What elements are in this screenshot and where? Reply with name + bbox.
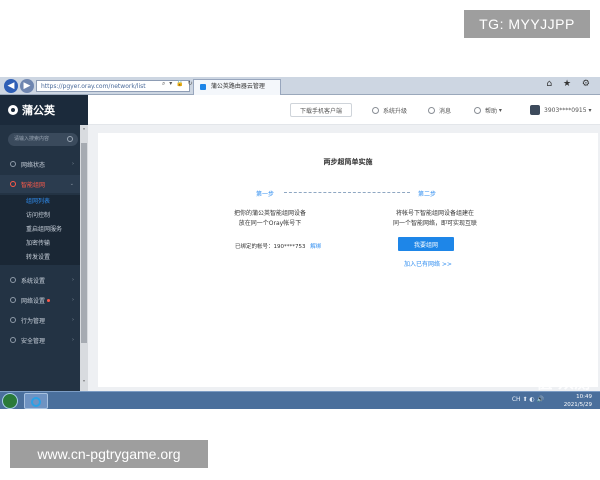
- photo-frame: ◀ ▶ https://pgyer.oray.com/network/list …: [0, 0, 600, 480]
- taskbar-browser-button[interactable]: [24, 393, 48, 409]
- network-settings-icon: [10, 297, 16, 303]
- screen: ◀ ▶ https://pgyer.oray.com/network/list …: [0, 77, 600, 409]
- logo-icon: [8, 105, 18, 115]
- system-upgrade-link[interactable]: 系统升级: [372, 103, 407, 117]
- sidebar-item-security-management[interactable]: 安全管理 ›: [0, 331, 80, 349]
- system-upgrade-label: 系统升级: [383, 107, 408, 115]
- back-icon[interactable]: ◀: [4, 79, 18, 93]
- step-two-description: 将帐号下智能组网设备组建在 同一个智能网络，即可实现互联: [380, 209, 490, 229]
- chevron-down-icon: ⌄: [69, 181, 74, 187]
- network-status-icon: [10, 161, 16, 167]
- favicon-icon: [200, 83, 206, 90]
- account-label: 3903****0915: [544, 106, 587, 114]
- sidebar-item-label: 行为管理: [21, 317, 46, 325]
- photo-watermark: 值 众测: [536, 373, 590, 392]
- shield-icon: [10, 337, 16, 343]
- step-one-label: 第一步: [256, 191, 275, 198]
- brand-logo[interactable]: 蒲公英: [0, 95, 88, 125]
- behavior-icon: [10, 317, 16, 323]
- sidebar-item-smart-network[interactable]: 智能组网 ⌄: [0, 175, 80, 193]
- scroll-up-icon[interactable]: ˄: [80, 127, 88, 137]
- chevron-right-icon: ›: [72, 337, 74, 343]
- download-client-button[interactable]: 下载手机客户端: [290, 103, 352, 117]
- account-menu[interactable]: 3903****0915 ▾: [530, 103, 591, 117]
- sidebar-item-label: 网络设置: [21, 297, 46, 305]
- chevron-right-icon: ›: [72, 277, 74, 283]
- sidebar-item-network-settings[interactable]: 网络设置 ›: [0, 291, 80, 309]
- sidebar-item-system-settings[interactable]: 系统设置 ›: [0, 271, 80, 289]
- clock-date: 2021/5/29: [563, 402, 592, 408]
- setup-card: 两步超简单实施 第一步 第二步 把你的蒲公英智能组网设备 放在同一个Oray帐号…: [98, 133, 598, 387]
- step-one-description: 把你的蒲公英智能组网设备 放在同一个Oray帐号下: [220, 209, 320, 229]
- start-button[interactable]: [2, 393, 18, 409]
- scroll-thumb[interactable]: [81, 143, 87, 343]
- unbind-link[interactable]: 解绑: [310, 244, 321, 250]
- chevron-down-icon: ▾: [586, 106, 592, 114]
- search-placeholder: 请输入搜索内容: [14, 136, 50, 142]
- chevron-down-icon: ▾: [497, 106, 502, 114]
- sidebar-item-label: 安全管理: [21, 337, 46, 345]
- sidebar-search-input[interactable]: 请输入搜索内容: [8, 133, 78, 146]
- scroll-down-icon[interactable]: ˅: [80, 379, 88, 389]
- sidebar-item-label: 网络状态: [21, 161, 46, 169]
- main-area: 两步超简单实施 第一步 第二步 把你的蒲公英智能组网设备 放在同一个Oray帐号…: [88, 125, 600, 391]
- sidebar-item-behavior-management[interactable]: 行为管理 ›: [0, 311, 80, 329]
- address-actions-icon[interactable]: ⌕ ▾ 🔒 ↻: [162, 80, 194, 88]
- help-label: 帮助: [485, 107, 498, 115]
- step-two-line-2: 同一个智能网络，即可实现互联: [392, 220, 477, 227]
- browser-toolbar: ◀ ▶ https://pgyer.oray.com/network/list …: [0, 77, 600, 95]
- step-two-label: 第二步: [418, 191, 437, 198]
- chevron-right-icon: ›: [72, 161, 74, 167]
- taskbar: CH ⬆ ◐ 🔊 10:49 2021/5/29: [0, 391, 600, 409]
- create-network-button[interactable]: 我要组网: [398, 237, 454, 251]
- app-header: 蒲公英 下载手机客户端 系统升级 消息 帮助 ▾ 3903****0915 ▾: [0, 95, 600, 125]
- step-connector: [284, 192, 410, 193]
- browser-tab[interactable]: 蒲公英路由器云管理: [193, 79, 281, 95]
- sidebar-item-network-status[interactable]: 网络状态 ›: [0, 155, 80, 173]
- smart-network-icon: [10, 181, 16, 187]
- step-one-line-2: 放在同一个Oray帐号下: [238, 220, 302, 227]
- sidebar-subitem-access-control[interactable]: 访问控制: [0, 209, 80, 223]
- bound-account-label: 已绑定的帐号：190****753: [235, 244, 306, 250]
- search-icon[interactable]: [67, 136, 73, 142]
- clock[interactable]: 10:49 2021/5/29: [564, 393, 592, 409]
- bound-account: 已绑定的帐号：190****753 解绑: [235, 242, 321, 250]
- step-one-line-1: 把你的蒲公英智能组网设备: [233, 210, 306, 217]
- messages-link[interactable]: 消息: [428, 103, 451, 117]
- system-tray[interactable]: CH ⬆ ◐ 🔊: [512, 396, 544, 403]
- forward-icon[interactable]: ▶: [20, 79, 34, 93]
- card-title: 两步超简单实施: [323, 158, 373, 166]
- sidebar-subitem-forward-settings[interactable]: 转发设置: [0, 251, 80, 265]
- notification-dot: [47, 298, 51, 302]
- browser-icon: [31, 397, 41, 407]
- sidebar-subitem-network-list[interactable]: 组网列表: [0, 195, 80, 209]
- browser-tools-icons[interactable]: ⌂ ★ ⚙: [546, 79, 594, 89]
- step-two-line-1: 将帐号下智能组网设备组建在: [395, 210, 474, 217]
- tab-title: 蒲公英路由器云管理: [210, 83, 265, 90]
- messages-label: 消息: [439, 107, 452, 115]
- join-existing-network-link[interactable]: 加入已有网络 >>: [404, 259, 452, 268]
- sidebar-item-label: 系统设置: [21, 277, 46, 285]
- user-icon: [372, 106, 379, 114]
- bell-icon: [428, 106, 435, 114]
- clock-time: 10:49: [576, 394, 592, 400]
- logo-text: 蒲公英: [22, 104, 55, 117]
- help-icon: [474, 106, 481, 114]
- site-watermark: www.cn-pgtrygame.org: [10, 440, 208, 468]
- sidebar-scrollbar[interactable]: ˄ ˅: [80, 125, 88, 391]
- tg-watermark: TG: MYYJJPP: [464, 10, 590, 38]
- help-menu[interactable]: 帮助 ▾: [474, 103, 502, 117]
- settings-icon: [10, 277, 16, 283]
- avatar: [530, 105, 540, 115]
- chevron-right-icon: ›: [72, 297, 74, 303]
- sidebar-item-label: 智能组网: [21, 181, 46, 189]
- sidebar: 请输入搜索内容 网络状态 › 智能组网 ⌄ 组网列表 访问控制 重启组网服务 加…: [0, 125, 88, 391]
- sidebar-subitem-restart-service[interactable]: 重启组网服务: [0, 223, 80, 237]
- chevron-right-icon: ›: [72, 317, 74, 323]
- sidebar-subitem-encrypted-transfer[interactable]: 加密传输: [0, 237, 80, 251]
